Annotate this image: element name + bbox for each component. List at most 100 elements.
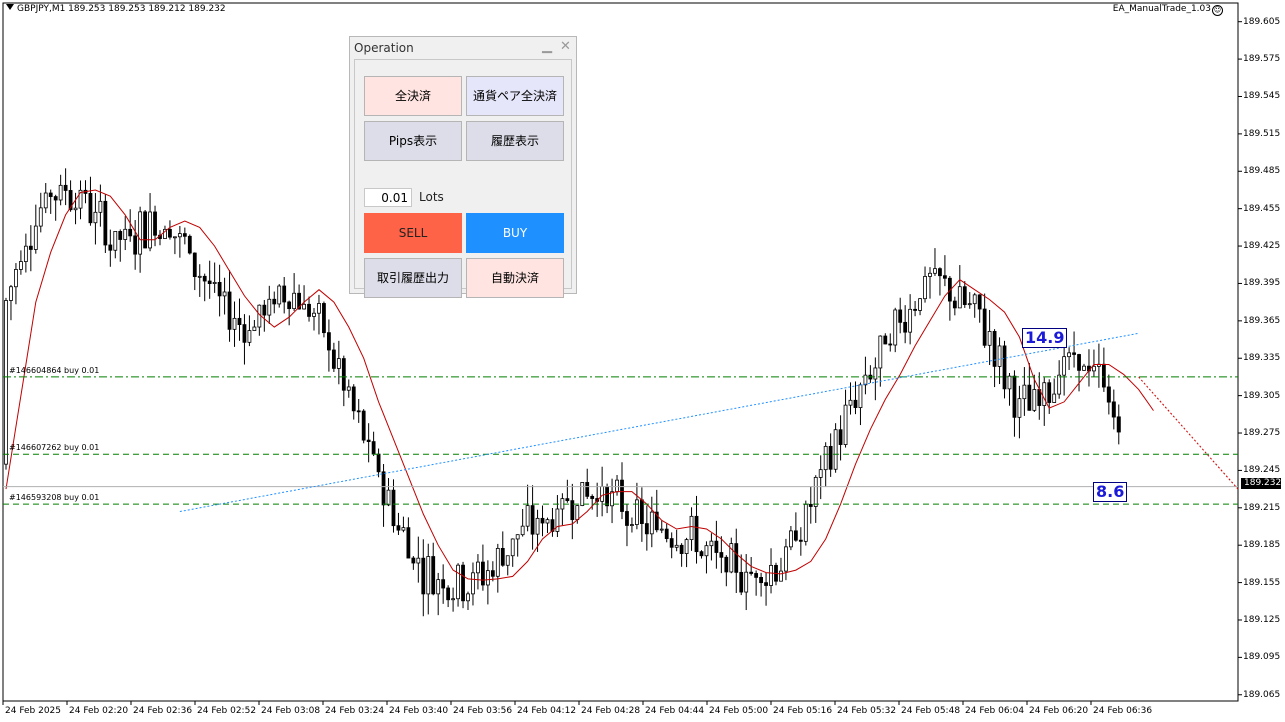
candle-bear xyxy=(446,587,451,601)
panel-body: 全決済 通貨ペア全決済 Pips表示 履歴表示 Lots SELL BUY 取引… xyxy=(354,59,572,298)
price-label: 189.215 xyxy=(1243,502,1281,513)
candle-bull xyxy=(1082,365,1086,371)
candle-bear xyxy=(898,309,903,323)
time-label: 24 Feb 03:40 xyxy=(389,706,449,716)
candle-bear xyxy=(262,304,267,316)
candle-bull xyxy=(1032,389,1037,411)
candle-bull xyxy=(277,285,282,305)
candle-bear xyxy=(88,193,93,224)
candle-bear xyxy=(441,579,446,589)
candle-bull xyxy=(38,207,43,227)
candle-bear xyxy=(327,332,331,351)
candle-bull xyxy=(466,593,470,602)
lots-input[interactable] xyxy=(364,188,412,207)
price-label: 189.155 xyxy=(1243,577,1281,588)
candle-bull xyxy=(520,525,525,536)
candle-bull xyxy=(684,539,689,554)
candle-bear xyxy=(759,577,763,584)
candle-bear xyxy=(341,358,346,391)
candle-bull xyxy=(515,534,520,540)
buy-button[interactable]: BUY xyxy=(466,213,564,253)
order-label: #146593208 buy 0.01 xyxy=(9,493,100,503)
time-label: 24 Feb 02:20 xyxy=(69,706,129,716)
candle-bear xyxy=(128,228,133,237)
minimize-icon[interactable]: ▁ xyxy=(542,39,552,54)
candle-bull xyxy=(843,404,848,445)
export-history-button[interactable]: 取引履歴出力 xyxy=(364,258,462,298)
price-label: 189.485 xyxy=(1243,166,1281,177)
auto-close-button[interactable]: 自動決済 xyxy=(466,258,564,298)
candle-bear xyxy=(699,551,704,557)
candle-bull xyxy=(426,556,431,595)
candle-bear xyxy=(625,511,629,526)
candle-bear xyxy=(530,505,535,535)
candle-bull xyxy=(848,399,853,406)
candle-bull xyxy=(709,540,714,547)
candle-bear xyxy=(620,479,624,512)
candle-bull xyxy=(769,564,773,586)
price-chart[interactable] xyxy=(0,0,1285,722)
operation-panel: Operation ▁ ✕ 全決済 通貨ペア全決済 Pips表示 履歴表示 Lo… xyxy=(349,36,577,298)
candle-bull xyxy=(1017,398,1022,418)
candle-bull xyxy=(803,503,808,542)
candle-bear xyxy=(798,539,803,542)
candle-bull xyxy=(858,384,863,408)
candle-bear xyxy=(724,556,729,573)
candle-bear xyxy=(153,211,157,236)
candle-bear xyxy=(331,349,336,369)
candle-bear xyxy=(694,515,699,553)
candle-bear xyxy=(1047,382,1052,403)
time-label: 24 Feb 02:52 xyxy=(197,706,257,716)
candle-bear xyxy=(396,525,401,531)
history-display-button[interactable]: 履歴表示 xyxy=(466,121,564,161)
dropdown-triangle-icon[interactable] xyxy=(6,4,14,10)
candle-bull xyxy=(818,469,823,478)
candle-bear xyxy=(1077,354,1081,371)
candle-bear xyxy=(977,294,982,310)
candle-bear xyxy=(913,308,917,311)
candle-bull xyxy=(336,358,341,369)
price-label: 189.395 xyxy=(1243,278,1281,289)
price-label: 189.545 xyxy=(1243,91,1281,102)
price-label: 189.065 xyxy=(1243,689,1281,700)
pips-display-button[interactable]: Pips表示 xyxy=(364,121,462,161)
close-pair-button[interactable]: 通貨ペア全決済 xyxy=(466,76,564,116)
candle-bear xyxy=(168,228,172,238)
candle-bull xyxy=(575,505,580,521)
price-label: 189.095 xyxy=(1243,652,1281,663)
candle-bear xyxy=(590,495,595,499)
close-all-button[interactable]: 全決済 xyxy=(364,76,462,116)
price-label: 189.275 xyxy=(1243,428,1281,439)
candle-bull xyxy=(317,303,321,314)
candle-bear xyxy=(28,245,33,250)
close-icon[interactable]: ✕ xyxy=(560,39,571,54)
smiley-icon[interactable]: ☺ xyxy=(1212,5,1223,16)
sell-button[interactable]: SELL xyxy=(364,213,462,253)
candle-bear xyxy=(992,331,997,367)
candle-bull xyxy=(957,286,962,309)
candle-bull xyxy=(535,517,540,535)
candle-bear xyxy=(739,571,744,593)
candle-bull xyxy=(893,309,898,346)
candle-bear xyxy=(322,303,326,334)
candle-bull xyxy=(933,268,937,274)
candle-bear xyxy=(754,573,759,578)
candle-bull xyxy=(689,515,694,541)
candle-bear xyxy=(133,235,138,255)
candle-bull xyxy=(833,429,838,470)
candle-bull xyxy=(1057,374,1062,395)
time-label: 24 Feb 05:00 xyxy=(709,706,769,716)
candle-bull xyxy=(14,269,18,288)
candle-bear xyxy=(565,498,570,502)
candle-bear xyxy=(118,231,123,240)
chart-window[interactable]: GBPJPY,M1 189.253 189.253 189.212 189.23… xyxy=(0,0,1285,722)
candle-bull xyxy=(247,330,252,343)
price-label: 189.335 xyxy=(1243,353,1281,364)
candle-bull xyxy=(93,211,98,224)
candle-bull xyxy=(704,545,709,557)
candle-bull xyxy=(580,482,585,506)
candle-bear xyxy=(182,233,187,237)
current-bid-tag: 189.232 xyxy=(1241,478,1281,489)
candle-bull xyxy=(987,331,992,346)
candle-bull xyxy=(401,527,406,531)
